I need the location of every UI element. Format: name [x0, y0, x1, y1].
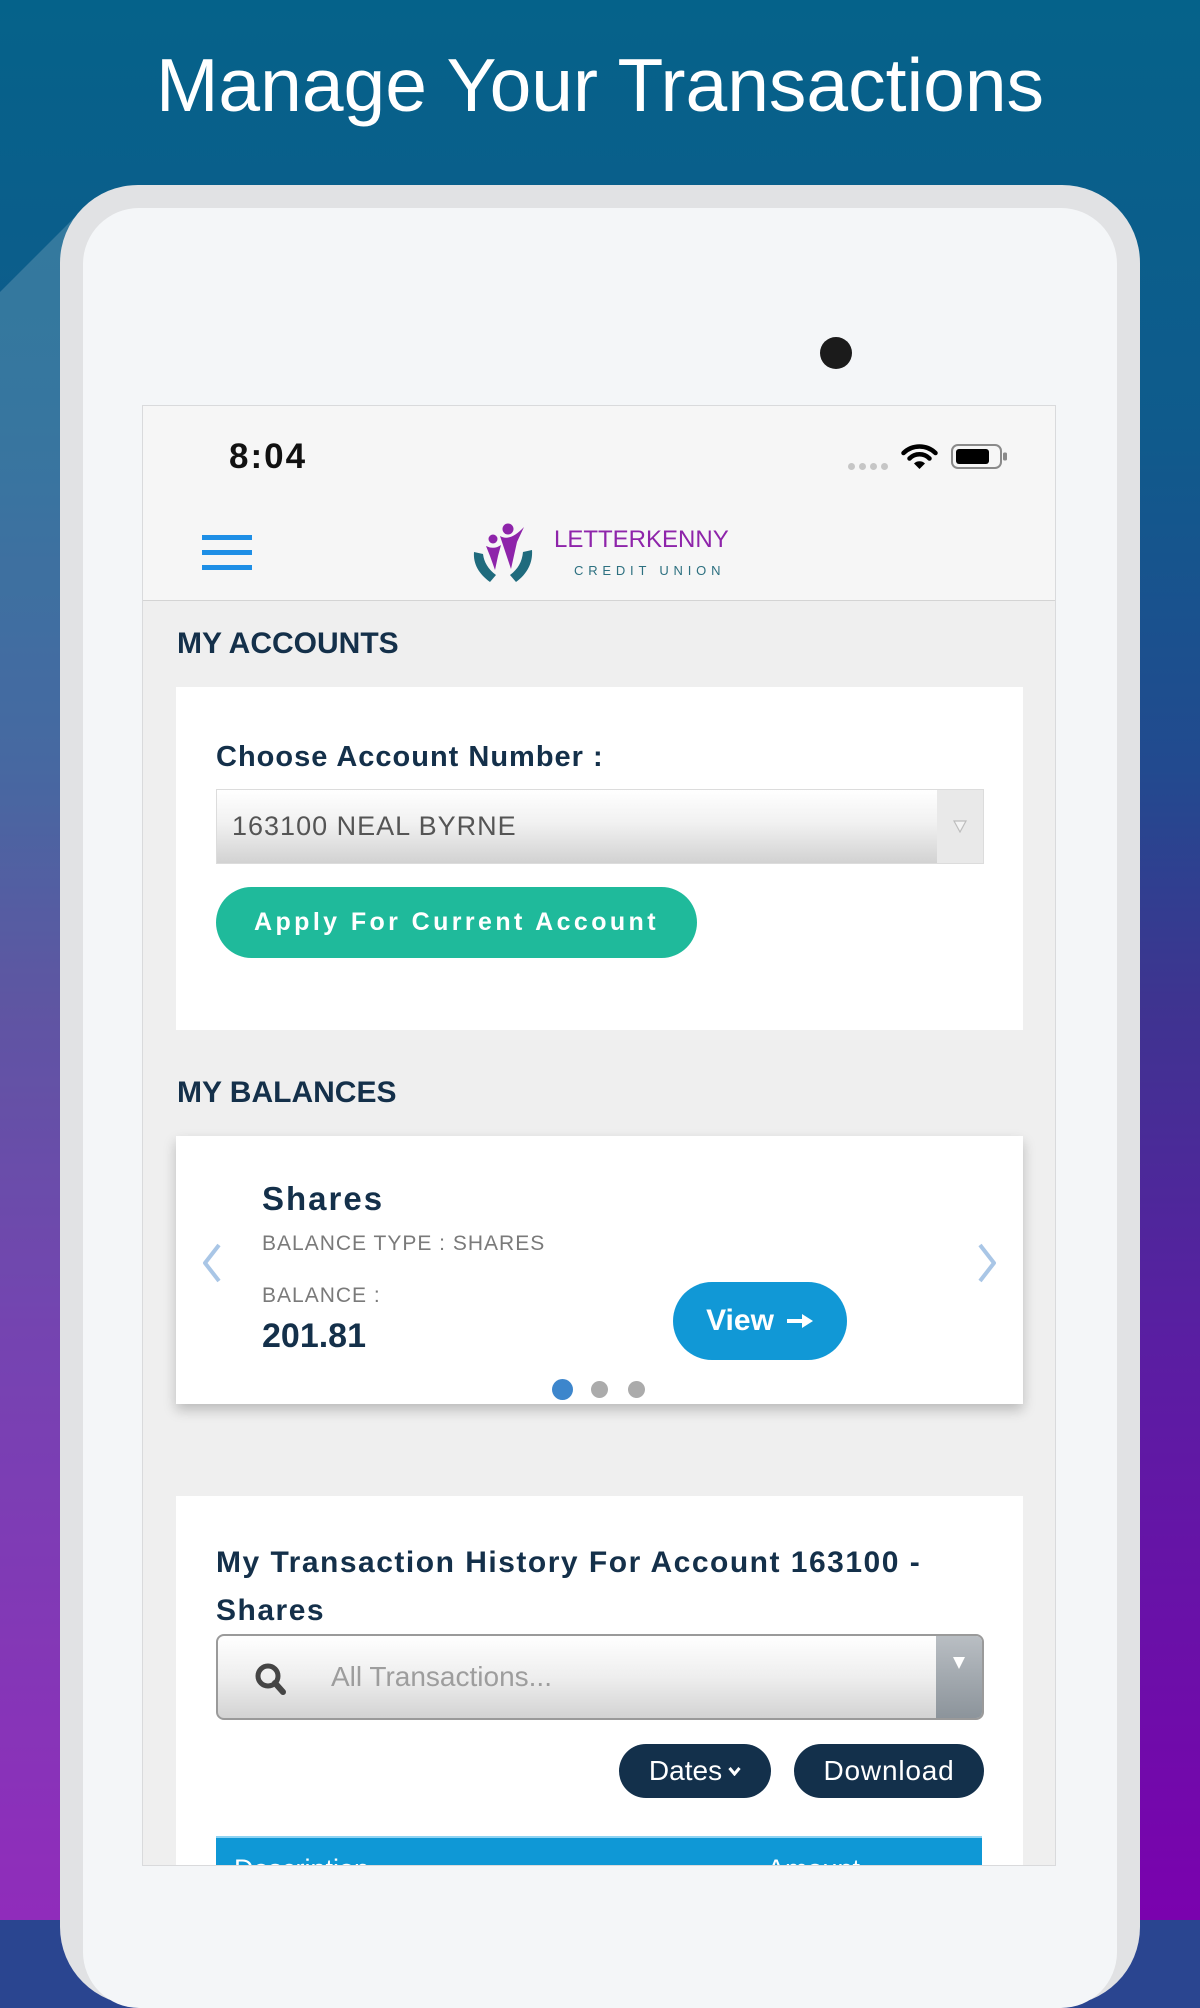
chevron-right-icon[interactable] [978, 1243, 997, 1283]
front-camera [820, 337, 852, 369]
selected-account-value: 163100 NEAL BYRNE [232, 811, 517, 841]
balance-type: BALANCE TYPE : SHARES [262, 1232, 546, 1255]
my-balances-heading: MY BALANCES [177, 1076, 397, 1109]
cellular-signal-icon [848, 463, 888, 470]
caret-down-icon [953, 1657, 965, 1669]
balance-carousel: Shares BALANCE TYPE : SHARES BALANCE : 2… [176, 1136, 1023, 1404]
apply-current-account-button[interactable]: Apply For Current Account [216, 887, 697, 958]
transaction-search-input[interactable] [331, 1636, 891, 1718]
promo-headline: Manage Your Transactions [155, 43, 1045, 127]
hamburger-menu-button[interactable] [202, 535, 252, 571]
accounts-card: Choose Account Number : 163100 NEAL BYRN… [176, 687, 1023, 1030]
chevron-down-icon [953, 820, 967, 833]
chevron-down-icon [728, 1767, 741, 1776]
battery-icon [951, 444, 1007, 469]
dates-button[interactable]: Dates [619, 1744, 771, 1798]
download-button[interactable]: Download [794, 1744, 984, 1798]
hamburger-menu-icon [202, 535, 252, 540]
transactions-table-header: Description Amount [216, 1836, 982, 1866]
choose-account-label: Choose Account Number : [216, 741, 604, 773]
dropdown-arrow[interactable] [937, 790, 983, 863]
arrow-right-icon [786, 1314, 813, 1328]
column-header-description[interactable]: Description [234, 1856, 369, 1866]
my-accounts-heading: MY ACCOUNTS [177, 627, 399, 660]
search-icon [255, 1663, 286, 1695]
column-header-amount[interactable]: Amount [767, 1856, 860, 1866]
transactions-card: My Transaction History For Account 16310… [176, 1496, 1023, 1866]
brand-subtitle: CREDIT UNION [574, 563, 726, 578]
view-balance-button[interactable]: View [673, 1282, 847, 1360]
credit-union-logo-icon [473, 523, 533, 582]
transaction-history-title: My Transaction History For Account 16310… [216, 1546, 922, 1627]
transaction-filter-select[interactable] [216, 1634, 984, 1720]
filter-dropdown-arrow[interactable] [936, 1636, 982, 1718]
carousel-dot[interactable] [628, 1381, 645, 1398]
balance-account-name: Shares [262, 1180, 385, 1217]
dates-button-label: Dates [648, 1755, 723, 1786]
brand-name: LETTERKENNY [554, 526, 729, 553]
wifi-icon [901, 444, 938, 469]
chevron-left-icon[interactable] [202, 1243, 221, 1283]
status-time: 8:04 [229, 437, 308, 476]
app-screen: 8:04 LETTERKENNY CREDIT UNION MY ACCOUNT… [142, 405, 1056, 1866]
balance-label: BALANCE : [262, 1284, 381, 1307]
app-header: 8:04 LETTERKENNY CREDIT UNION [143, 406, 1055, 601]
balance-value: 201.81 [262, 1317, 366, 1355]
carousel-dot[interactable] [591, 1381, 608, 1398]
account-number-select[interactable]: 163100 NEAL BYRNE [216, 789, 984, 864]
carousel-dot[interactable] [552, 1379, 573, 1400]
view-button-label: View [706, 1304, 774, 1337]
